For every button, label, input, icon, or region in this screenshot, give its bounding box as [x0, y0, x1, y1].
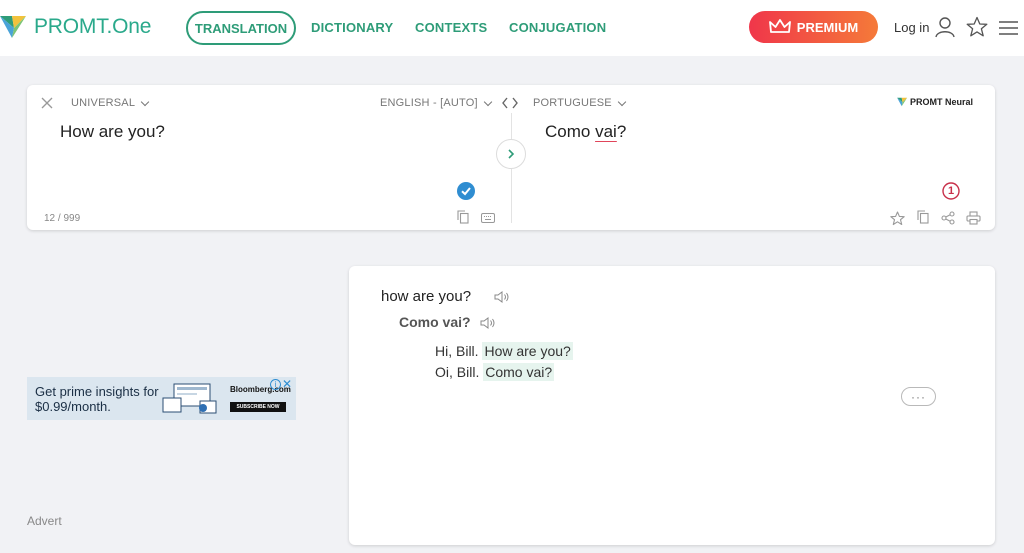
topic-label: UNIVERSAL: [71, 97, 136, 109]
logo-text: PROMT.One: [34, 15, 152, 38]
target-text-flagged-word[interactable]: vai: [595, 122, 617, 141]
target-text-part: ?: [616, 122, 627, 141]
swap-languages-icon[interactable]: [502, 97, 518, 109]
example-prefix: Hi, Bill.: [435, 343, 483, 359]
copy-icon[interactable]: [917, 210, 929, 224]
menu-icon[interactable]: [998, 20, 1019, 36]
top-bar: PROMT.One TRANSLATION DICTIONARY CONTEXT…: [0, 0, 1024, 56]
ad-subscribe-button[interactable]: SUBSCRIBE NOW: [230, 402, 286, 412]
crown-icon: [768, 19, 791, 33]
speaker-icon[interactable]: [494, 291, 510, 303]
more-examples-button[interactable]: ···: [901, 387, 936, 406]
check-icon[interactable]: [457, 182, 475, 200]
engine-label: PROMT Neural: [910, 97, 974, 107]
star-icon[interactable]: [966, 16, 988, 38]
advert-label: Advert: [27, 514, 62, 528]
advertisement-banner[interactable]: Get prime insights for $0.99/month. Bloo…: [27, 377, 296, 420]
translator-panel: UNIVERSAL ENGLISH - [AUTO] PORTUGUESE PR…: [27, 85, 995, 230]
keyboard-icon[interactable]: [481, 213, 495, 223]
chevron-right-icon: [508, 149, 515, 159]
chevron-down-icon: [483, 97, 492, 106]
dictionary-result-panel: how are you? Como vai? Hi, Bill. How are…: [349, 266, 995, 545]
promt-logo[interactable]: PROMT.One: [0, 10, 151, 44]
result-query: how are you?: [381, 288, 472, 305]
share-icon[interactable]: [941, 211, 955, 225]
example-highlight: Como vai?: [483, 363, 555, 381]
result-translation[interactable]: Como vai?: [399, 314, 471, 330]
ad-illustration-icon: [162, 383, 217, 414]
nav-translation[interactable]: TRANSLATION: [186, 11, 296, 45]
ad-text: Get prime insights for $0.99/month.: [35, 384, 159, 414]
target-language-label: PORTUGUESE: [533, 97, 612, 109]
example-prefix: Oi, Bill.: [435, 364, 484, 380]
promt-logo-icon: [0, 16, 26, 38]
print-icon[interactable]: [966, 211, 981, 225]
favorite-star-icon[interactable]: [890, 211, 905, 226]
target-text-part: Como: [545, 122, 596, 141]
topic-select[interactable]: UNIVERSAL: [71, 97, 150, 109]
source-language-select[interactable]: ENGLISH - [AUTO]: [380, 97, 492, 109]
chevron-down-icon: [617, 97, 627, 106]
user-icon[interactable]: [935, 16, 955, 38]
char-counter: 12 / 999: [44, 213, 81, 224]
premium-label: PREMIUM: [796, 19, 859, 35]
login-link[interactable]: Log in: [894, 20, 929, 35]
target-language-select[interactable]: PORTUGUESE: [533, 97, 627, 109]
premium-button[interactable]: PREMIUM: [749, 11, 878, 43]
ad-info-icon[interactable]: i: [270, 379, 281, 390]
issue-count: 1: [947, 185, 955, 197]
copy-icon[interactable]: [457, 210, 469, 224]
example-target: Oi, Bill. Como vai?: [435, 363, 555, 381]
source-text-input[interactable]: How are you?: [60, 122, 165, 142]
example-highlight: How are you?: [482, 342, 573, 360]
source-language-label: ENGLISH - [AUTO]: [380, 97, 478, 109]
clear-icon[interactable]: [41, 97, 53, 109]
example-source: Hi, Bill. How are you?: [435, 342, 573, 360]
promt-logo-icon: [897, 97, 908, 107]
engine-badge: PROMT Neural: [897, 97, 973, 107]
chevron-down-icon: [140, 97, 150, 106]
nav-conjugation[interactable]: CONJUGATION: [509, 20, 606, 35]
speaker-icon[interactable]: [480, 317, 496, 329]
translate-button[interactable]: [496, 139, 526, 169]
nav-contexts[interactable]: CONTEXTS: [415, 20, 487, 35]
nav-dictionary[interactable]: DICTIONARY: [311, 20, 393, 35]
target-text-output: Como vai?: [545, 122, 626, 142]
ad-close-icon[interactable]: ✕: [282, 377, 292, 391]
